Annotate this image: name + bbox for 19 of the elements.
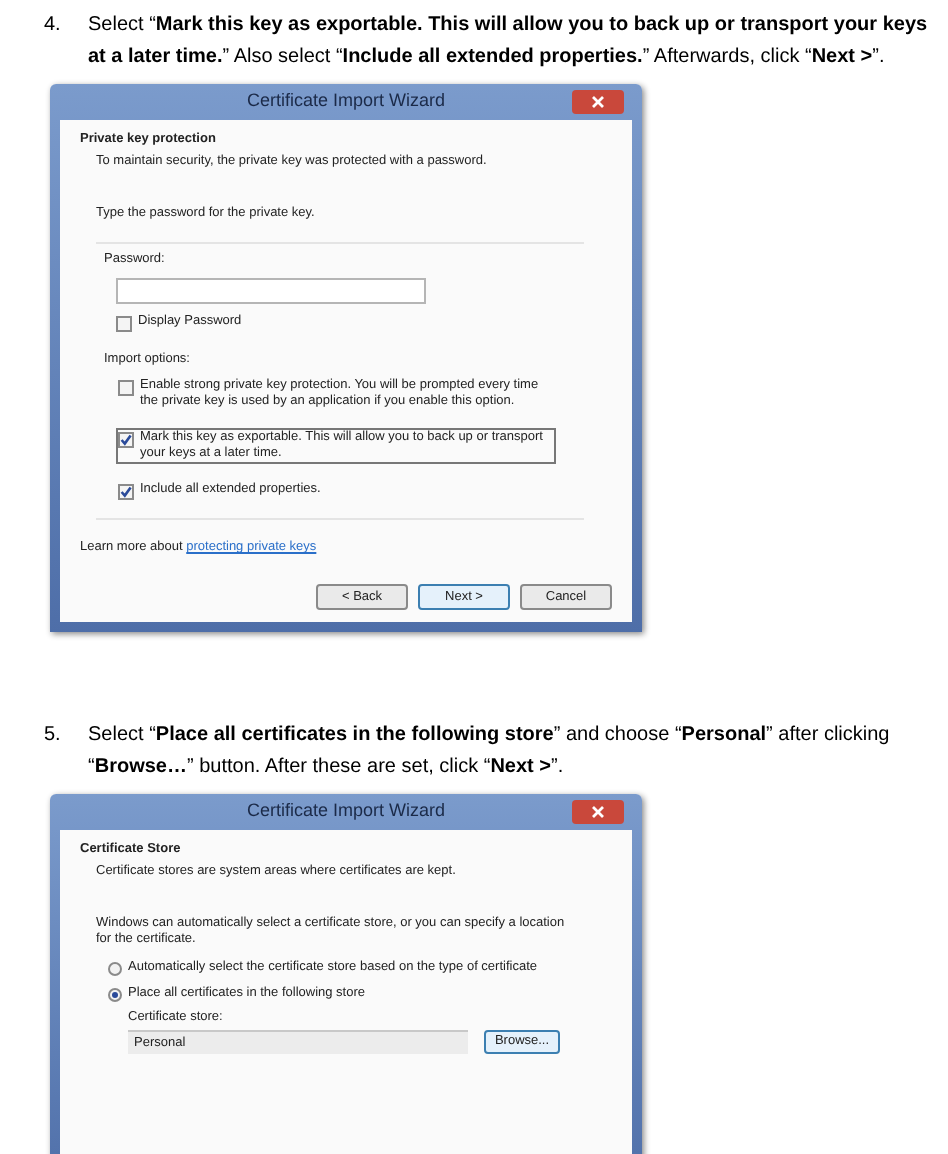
window-title: Certificate Import Wizard [246, 88, 446, 115]
step-instruction: Select “Mark this key as exportable. This will allow you to back up or transport your keys at a later time.” Also select “Include all extended properties.” Afterwards, click “Next >”. [88, 12, 930, 72]
close-icon [592, 806, 604, 818]
radio-button[interactable] [108, 987, 122, 1001]
checkbox[interactable] [118, 484, 134, 500]
check-icon [120, 486, 132, 498]
close-icon [592, 96, 604, 108]
checkbox[interactable] [118, 380, 134, 396]
password-field[interactable] [116, 278, 426, 304]
step-number: 5. [44, 722, 63, 750]
step-number: 4. [44, 12, 63, 40]
close-button[interactable] [572, 800, 624, 824]
checkbox[interactable] [118, 432, 134, 448]
checkbox[interactable] [116, 316, 132, 332]
step-instruction: Select “Place all certificates in the following store” and choose “Personal” after clicking “Browse…” button. After these are set, click “Next >”. [88, 722, 892, 782]
radio-button[interactable] [108, 961, 122, 975]
check-icon [120, 434, 132, 446]
window-title: Certificate Import Wizard [246, 798, 446, 825]
close-button[interactable] [572, 90, 624, 114]
